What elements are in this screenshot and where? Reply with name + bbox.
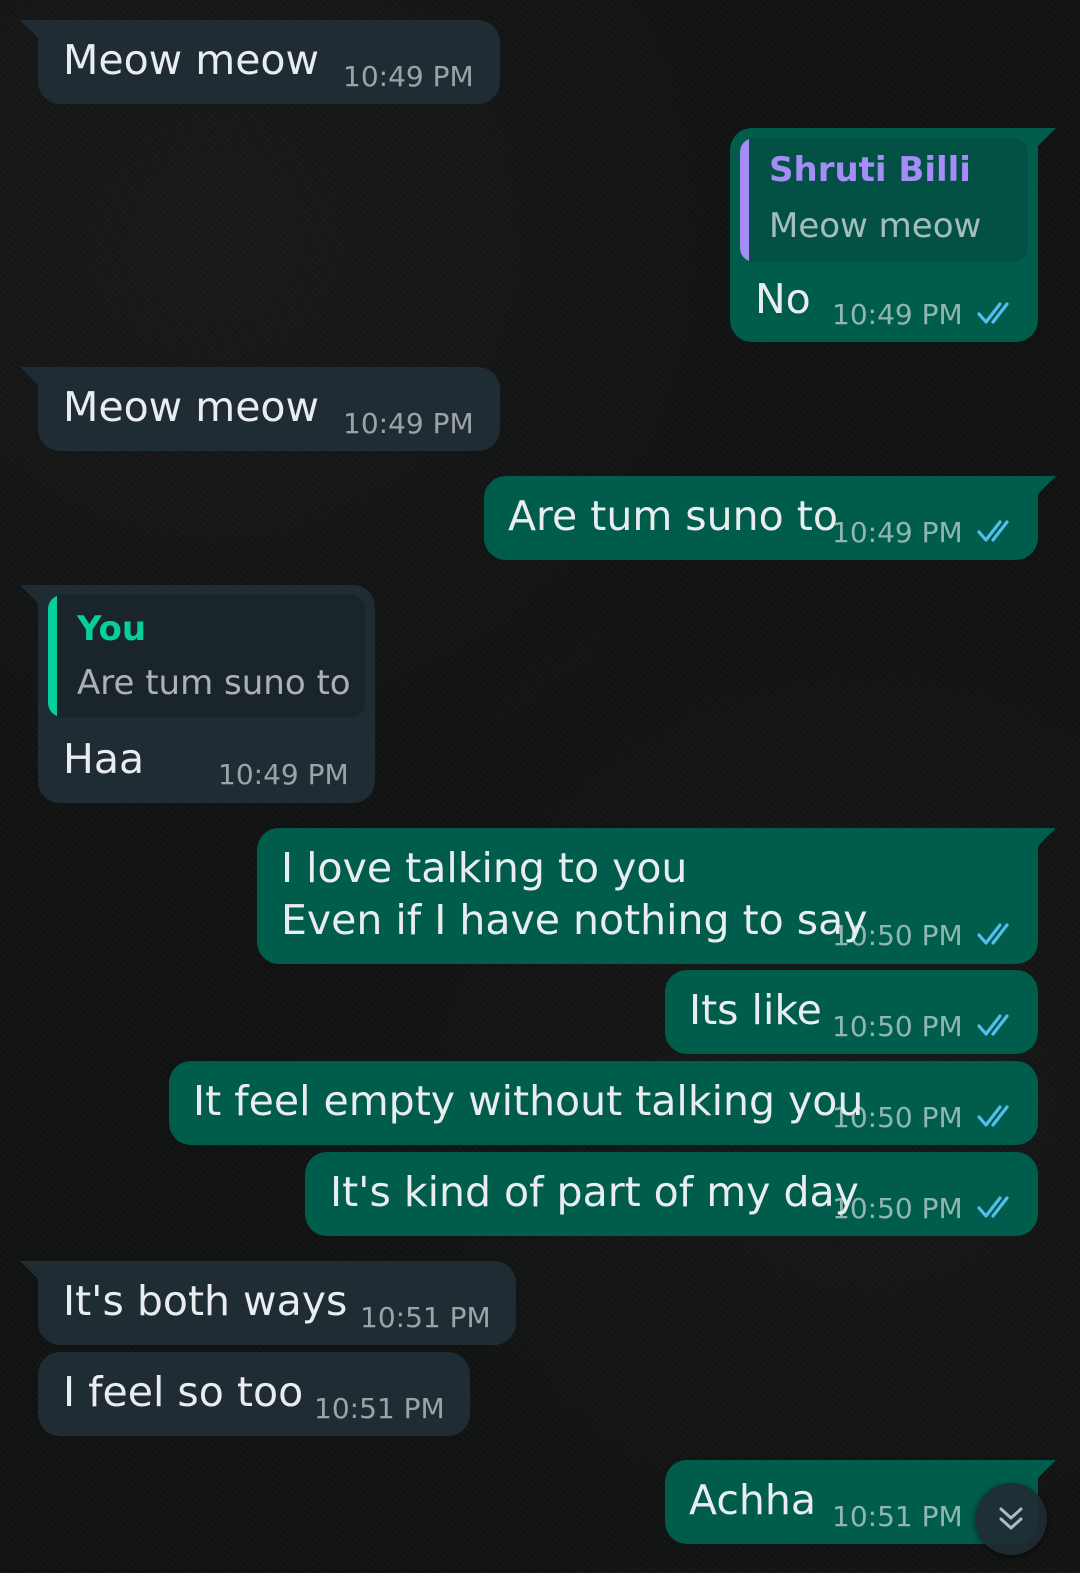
message-time: 10:49 PM — [343, 60, 474, 93]
message-text: Meow meow — [63, 36, 320, 84]
message-outgoing-reply[interactable]: Shruti Billi Meow meow No 10:49 PM — [730, 128, 1056, 342]
read-receipt-icon — [977, 1105, 1009, 1127]
quote-sender-name: Shruti Billi — [769, 150, 971, 190]
read-receipt-icon — [977, 302, 1009, 324]
read-receipt-icon — [977, 520, 1009, 542]
message-text: Achha — [689, 1476, 816, 1524]
quote-bar — [740, 138, 749, 262]
message-incoming[interactable]: It's both ways 10:51 PM — [20, 1261, 516, 1345]
quote-text: Meow meow — [769, 206, 982, 246]
message-incoming-reply[interactable]: You Are tum suno to Haa 10:49 PM — [20, 585, 375, 803]
message-text: Haa — [63, 735, 145, 783]
reply-quote[interactable]: You Are tum suno to — [48, 595, 365, 717]
quote-bar — [48, 595, 57, 717]
message-text: It's kind of part of my day — [330, 1168, 859, 1216]
message-text: I feel so too — [63, 1368, 304, 1416]
read-receipt-icon — [977, 1196, 1009, 1218]
message-text: Are tum suno to — [508, 492, 838, 540]
message-text: Its like — [689, 986, 822, 1034]
message-outgoing[interactable]: It feel empty without talking you 10:50 … — [169, 1061, 1038, 1145]
message-text-line-2: Even if I have nothing to say — [281, 896, 868, 944]
message-time: 10:51 PM — [314, 1392, 445, 1425]
message-time: 10:50 PM — [832, 919, 963, 952]
message-text: Meow meow — [63, 383, 320, 431]
read-receipt-icon — [977, 1014, 1009, 1036]
message-time: 10:50 PM — [832, 1010, 963, 1043]
message-outgoing[interactable]: It's kind of part of my day 10:50 PM — [305, 1152, 1038, 1236]
message-time: 10:51 PM — [360, 1301, 491, 1334]
message-text: It's both ways — [63, 1277, 348, 1325]
double-chevron-down-icon — [999, 1507, 1023, 1530]
message-incoming[interactable]: Meow meow 10:49 PM — [20, 367, 500, 451]
message-incoming[interactable]: Meow meow 10:49 PM — [20, 20, 500, 104]
quote-sender-name: You — [77, 609, 147, 649]
message-text: No — [755, 275, 811, 323]
scroll-to-bottom-button[interactable] — [975, 1483, 1047, 1555]
message-text: It feel empty without talking you — [193, 1077, 864, 1125]
read-receipt-icon — [977, 923, 1009, 945]
message-text-line-1: I love talking to you — [281, 844, 688, 892]
message-time: 10:50 PM — [832, 1192, 963, 1225]
message-time: 10:49 PM — [832, 516, 963, 549]
message-time: 10:49 PM — [832, 298, 963, 331]
quote-text: Are tum suno to — [77, 663, 351, 703]
message-time: 10:49 PM — [343, 407, 474, 440]
message-incoming[interactable]: I feel so too 10:51 PM — [38, 1352, 470, 1436]
message-outgoing[interactable]: I love talking to you Even if I have not… — [257, 828, 1056, 964]
message-outgoing[interactable]: Its like 10:50 PM — [665, 970, 1038, 1054]
message-outgoing[interactable]: Are tum suno to 10:49 PM — [484, 476, 1056, 560]
message-time: 10:50 PM — [832, 1101, 963, 1134]
reply-quote[interactable]: Shruti Billi Meow meow — [740, 138, 1028, 262]
message-time: 10:49 PM — [218, 758, 349, 791]
message-time: 10:51 PM — [832, 1500, 963, 1533]
